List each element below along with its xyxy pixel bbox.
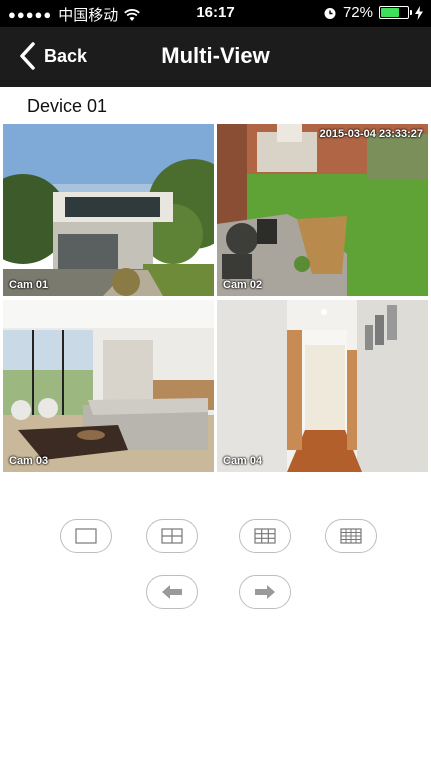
device-label: Device 01 (27, 96, 108, 116)
battery-icon (379, 6, 412, 19)
next-arrow-icon (255, 585, 275, 599)
single-view-icon (75, 528, 97, 544)
camera-label: Cam 03 (9, 455, 49, 467)
camera-timestamp: 2015-03-04 23:33:27 (319, 128, 423, 140)
next-page-button[interactable] (239, 575, 291, 609)
quad-view-button[interactable] (146, 519, 198, 553)
camera-view-4[interactable]: Cam 04 (217, 300, 428, 472)
quad-view-icon (161, 528, 183, 544)
prev-arrow-icon (162, 585, 182, 599)
camera-4-image (217, 300, 428, 472)
battery-percent: 72% (342, 4, 373, 21)
battery-fill (381, 8, 400, 17)
sixteen-view-button[interactable] (325, 519, 377, 553)
alarm-clock-icon (324, 7, 336, 19)
nine-view-icon (254, 528, 276, 544)
camera-view-1[interactable]: Cam 01 (3, 124, 214, 296)
camera-view-2[interactable]: 2015-03-04 23:33:27 Cam 02 (217, 124, 428, 296)
status-right: 72% (323, 4, 423, 21)
camera-label: Cam 01 (9, 279, 49, 291)
camera-view-3[interactable]: Cam 03 (3, 300, 214, 472)
camera-3-image (3, 300, 214, 472)
sixteen-view-icon (340, 528, 362, 544)
camera-1-image (3, 124, 214, 296)
single-view-button[interactable] (60, 519, 112, 553)
navigation-bar: Back Multi-View (0, 27, 431, 87)
camera-2-image (217, 124, 428, 296)
nine-view-button[interactable] (239, 519, 291, 553)
status-bar: ●●●●● 中国移动 16:17 72% (0, 0, 431, 27)
previous-page-button[interactable] (146, 575, 198, 609)
charging-bolt-icon (415, 5, 423, 20)
page-title: Multi-View (161, 43, 270, 68)
camera-label: Cam 04 (223, 455, 263, 467)
camera-label: Cam 02 (223, 279, 263, 291)
